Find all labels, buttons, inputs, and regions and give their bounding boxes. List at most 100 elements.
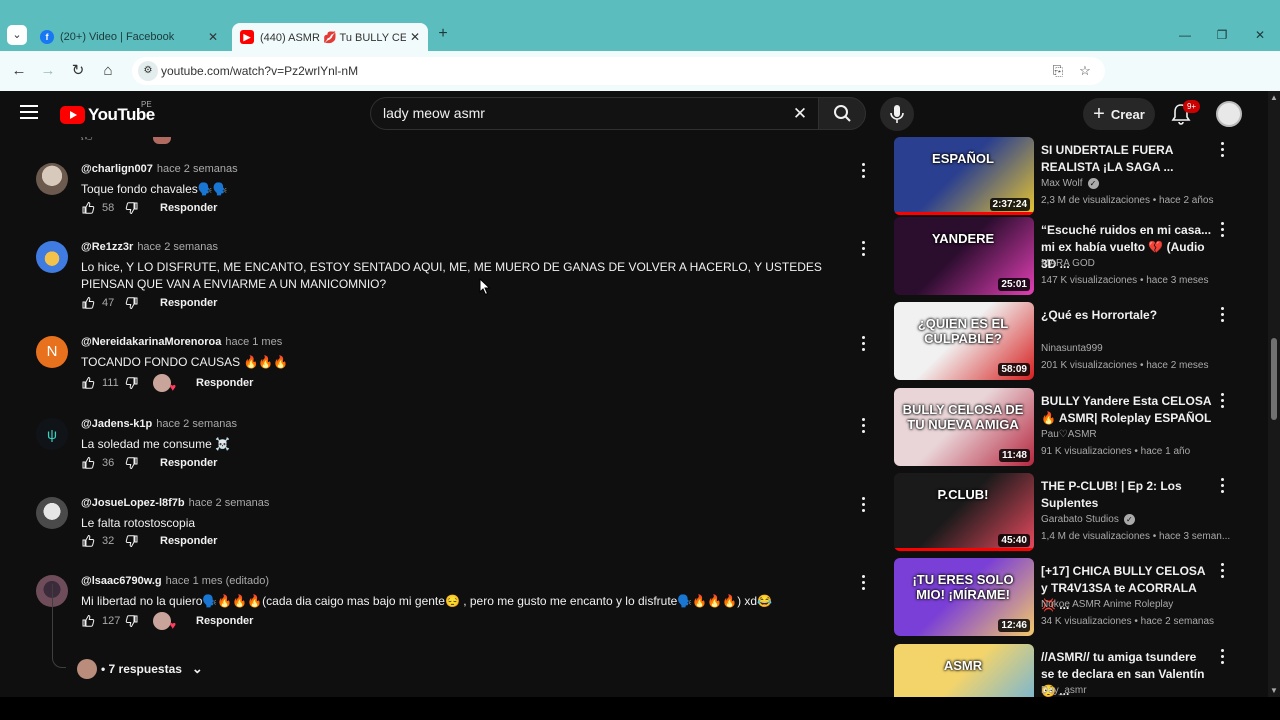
video-thumbnail[interactable]: ESPAÑOL 2:37:24 bbox=[894, 137, 1034, 215]
scroll-up-icon[interactable]: ▲ bbox=[1270, 94, 1278, 102]
video-channel[interactable]: Max Wolf ✓ bbox=[1041, 178, 1099, 189]
video-more-icon[interactable] bbox=[1221, 478, 1225, 494]
restore-icon[interactable]: ❐ bbox=[1214, 27, 1230, 43]
video-title[interactable]: BULLY Yandere Esta CELOSA 🔥 ASMR| Rolepl… bbox=[1041, 393, 1213, 427]
new-tab-button[interactable]: + bbox=[434, 25, 452, 45]
comment-author[interactable]: @Re1zz3r bbox=[81, 241, 133, 253]
site-info-icon[interactable]: ⚙ bbox=[138, 61, 158, 81]
comment-more-icon[interactable] bbox=[862, 241, 866, 257]
dislike-icon[interactable] bbox=[125, 201, 139, 215]
home-icon[interactable]: ⌂ bbox=[98, 61, 118, 81]
view-replies-button[interactable]: • 7 respuestas ⌄ bbox=[77, 659, 203, 679]
recommended-video[interactable]: ¿QUIEN ES EL CULPABLE? 58:09 ¿Qué es Horro… bbox=[894, 302, 1268, 382]
comment-timestamp[interactable]: hace 2 semanas bbox=[137, 241, 218, 253]
dislike-icon[interactable] bbox=[125, 376, 139, 390]
comment-timestamp[interactable]: hace 2 semanas bbox=[189, 497, 270, 509]
video-channel[interactable]: Ninasunta999 bbox=[1041, 343, 1103, 354]
close-window-icon[interactable]: ✕ bbox=[1252, 27, 1268, 43]
like-icon[interactable] bbox=[81, 201, 95, 215]
like-icon[interactable] bbox=[81, 376, 95, 390]
recommended-video[interactable]: ASMR//ASMR// tu amiga tsundere se te dec… bbox=[894, 644, 1268, 697]
video-thumbnail[interactable]: P.CLUB! 45:40 bbox=[894, 473, 1034, 551]
address-bar[interactable]: ⚙ youtube.com/watch?v=Pz2wrlYnl-nM ⎘ ☆ bbox=[132, 57, 1105, 85]
recommended-video[interactable]: YANDERE 25:01 “Escuché ruidos en mi casa..… bbox=[894, 217, 1268, 297]
comment-timestamp[interactable]: hace 1 mes (editado) bbox=[166, 575, 269, 587]
comment-more-icon[interactable] bbox=[862, 497, 866, 513]
reply-button[interactable]: Responder bbox=[160, 202, 217, 214]
like-icon[interactable] bbox=[81, 296, 95, 310]
video-channel[interactable]: MARA GOD bbox=[1041, 258, 1095, 269]
close-tab-icon[interactable]: ✕ bbox=[410, 30, 420, 44]
tab-facebook[interactable]: f (20+) Video | Facebook ✕ bbox=[32, 23, 226, 51]
forward-icon[interactable]: → bbox=[38, 61, 58, 81]
reply-button[interactable]: Responder bbox=[196, 377, 253, 389]
menu-icon[interactable] bbox=[20, 105, 38, 119]
recommended-video[interactable]: P.CLUB! 45:40 THE P-CLUB! | Ep 2: Los Supl… bbox=[894, 473, 1268, 553]
avatar[interactable]: N bbox=[36, 336, 68, 368]
video-more-icon[interactable] bbox=[1221, 142, 1225, 158]
clear-search-icon[interactable]: ✕ bbox=[790, 104, 810, 124]
scroll-down-icon[interactable]: ▼ bbox=[1270, 687, 1278, 695]
video-title[interactable]: SI UNDERTALE FUERA REALISTA ¡LA SAGA ... bbox=[1041, 142, 1213, 176]
comment-more-icon[interactable] bbox=[862, 336, 866, 352]
dislike-icon[interactable] bbox=[125, 296, 139, 310]
video-thumbnail[interactable]: BULLY CELOSA DE TU NUEVA AMIGA 11:48 bbox=[894, 388, 1034, 466]
video-channel[interactable]: Day_asmr bbox=[1041, 685, 1087, 696]
reply-button[interactable]: Responder bbox=[160, 535, 217, 547]
avatar[interactable] bbox=[36, 497, 68, 529]
scrollbar-thumb[interactable] bbox=[1271, 338, 1277, 420]
video-channel[interactable]: Pau♡ASMR bbox=[1041, 429, 1097, 440]
video-thumbnail[interactable]: ¡TU ERES SOLO MIO! ¡MÍRAME! 12:46 bbox=[894, 558, 1034, 636]
comment-author[interactable]: @Jadens-k1p bbox=[81, 418, 152, 430]
comment-author[interactable]: @lsaac6790w.g bbox=[81, 575, 162, 587]
reload-icon[interactable]: ↻ bbox=[68, 61, 88, 81]
account-avatar[interactable] bbox=[1216, 101, 1242, 127]
video-channel[interactable]: Nokoe ASMR Anime Roleplay bbox=[1041, 599, 1173, 610]
video-thumbnail[interactable]: ¿QUIEN ES EL CULPABLE? 58:09 bbox=[894, 302, 1034, 380]
dislike-icon[interactable] bbox=[125, 534, 139, 548]
comment-more-icon[interactable] bbox=[862, 418, 866, 434]
video-more-icon[interactable] bbox=[1221, 563, 1225, 579]
recommended-video[interactable]: BULLY CELOSA DE TU NUEVA AMIGA 11:48 BULLY… bbox=[894, 388, 1268, 468]
minimize-icon[interactable]: — bbox=[1177, 27, 1193, 43]
comment-author[interactable]: @JosueLopez-l8f7b bbox=[81, 497, 185, 509]
tab-youtube[interactable]: ▶ (440) ASMR 💋 Tu BULLY CELOSA ✕ bbox=[232, 23, 428, 51]
like-icon[interactable] bbox=[81, 534, 95, 548]
video-thumbnail[interactable]: YANDERE 25:01 bbox=[894, 217, 1034, 295]
avatar[interactable] bbox=[36, 163, 68, 195]
install-app-icon[interactable]: ⎘ bbox=[1050, 63, 1066, 79]
like-icon[interactable] bbox=[81, 456, 95, 470]
video-more-icon[interactable] bbox=[1221, 649, 1225, 665]
comment-author[interactable]: @NereidakarinaMorenoroa bbox=[81, 336, 221, 348]
create-button[interactable]: + Crear bbox=[1083, 98, 1155, 130]
comment-timestamp[interactable]: hace 2 semanas bbox=[157, 163, 238, 175]
search-input[interactable] bbox=[383, 105, 783, 121]
page-scrollbar[interactable]: ▲ ▼ bbox=[1268, 91, 1280, 697]
avatar[interactable]: ψ bbox=[36, 418, 68, 450]
dislike-icon[interactable] bbox=[125, 614, 139, 628]
recommended-video[interactable]: ¡TU ERES SOLO MIO! ¡MÍRAME! 12:46 [+17] CH… bbox=[894, 558, 1268, 638]
voice-search-button[interactable] bbox=[880, 97, 914, 131]
video-title[interactable]: ¿Qué es Horrortale? bbox=[1041, 307, 1213, 324]
comment-timestamp[interactable]: hace 1 mes bbox=[225, 336, 282, 348]
back-icon[interactable]: ← bbox=[9, 61, 29, 81]
video-more-icon[interactable] bbox=[1221, 307, 1225, 323]
video-more-icon[interactable] bbox=[1221, 393, 1225, 409]
comment-more-icon[interactable] bbox=[862, 575, 866, 591]
video-title[interactable]: THE P-CLUB! | Ep 2: Los Suplentes bbox=[1041, 478, 1213, 512]
comment-timestamp[interactable]: hace 2 semanas bbox=[156, 418, 237, 430]
bookmark-star-icon[interactable]: ☆ bbox=[1077, 63, 1093, 79]
reply-button[interactable]: Responder bbox=[160, 457, 217, 469]
reply-button[interactable]: Responder bbox=[160, 297, 217, 309]
recommended-video[interactable]: ESPAÑOL 2:37:24 SI UNDERTALE FUERA REALIST… bbox=[894, 137, 1268, 217]
comment-more-icon[interactable] bbox=[862, 163, 866, 179]
comment-author[interactable]: @charlign007 bbox=[81, 163, 153, 175]
close-tab-icon[interactable]: ✕ bbox=[208, 30, 218, 44]
like-icon[interactable]: 👍︎ bbox=[81, 137, 93, 144]
youtube-logo[interactable]: YouTube PE bbox=[60, 100, 155, 125]
avatar[interactable] bbox=[36, 241, 68, 273]
search-button[interactable] bbox=[818, 97, 866, 130]
video-channel[interactable]: Garabato Studios ✓ bbox=[1041, 514, 1135, 525]
dislike-icon[interactable] bbox=[125, 456, 139, 470]
like-icon[interactable] bbox=[81, 614, 95, 628]
